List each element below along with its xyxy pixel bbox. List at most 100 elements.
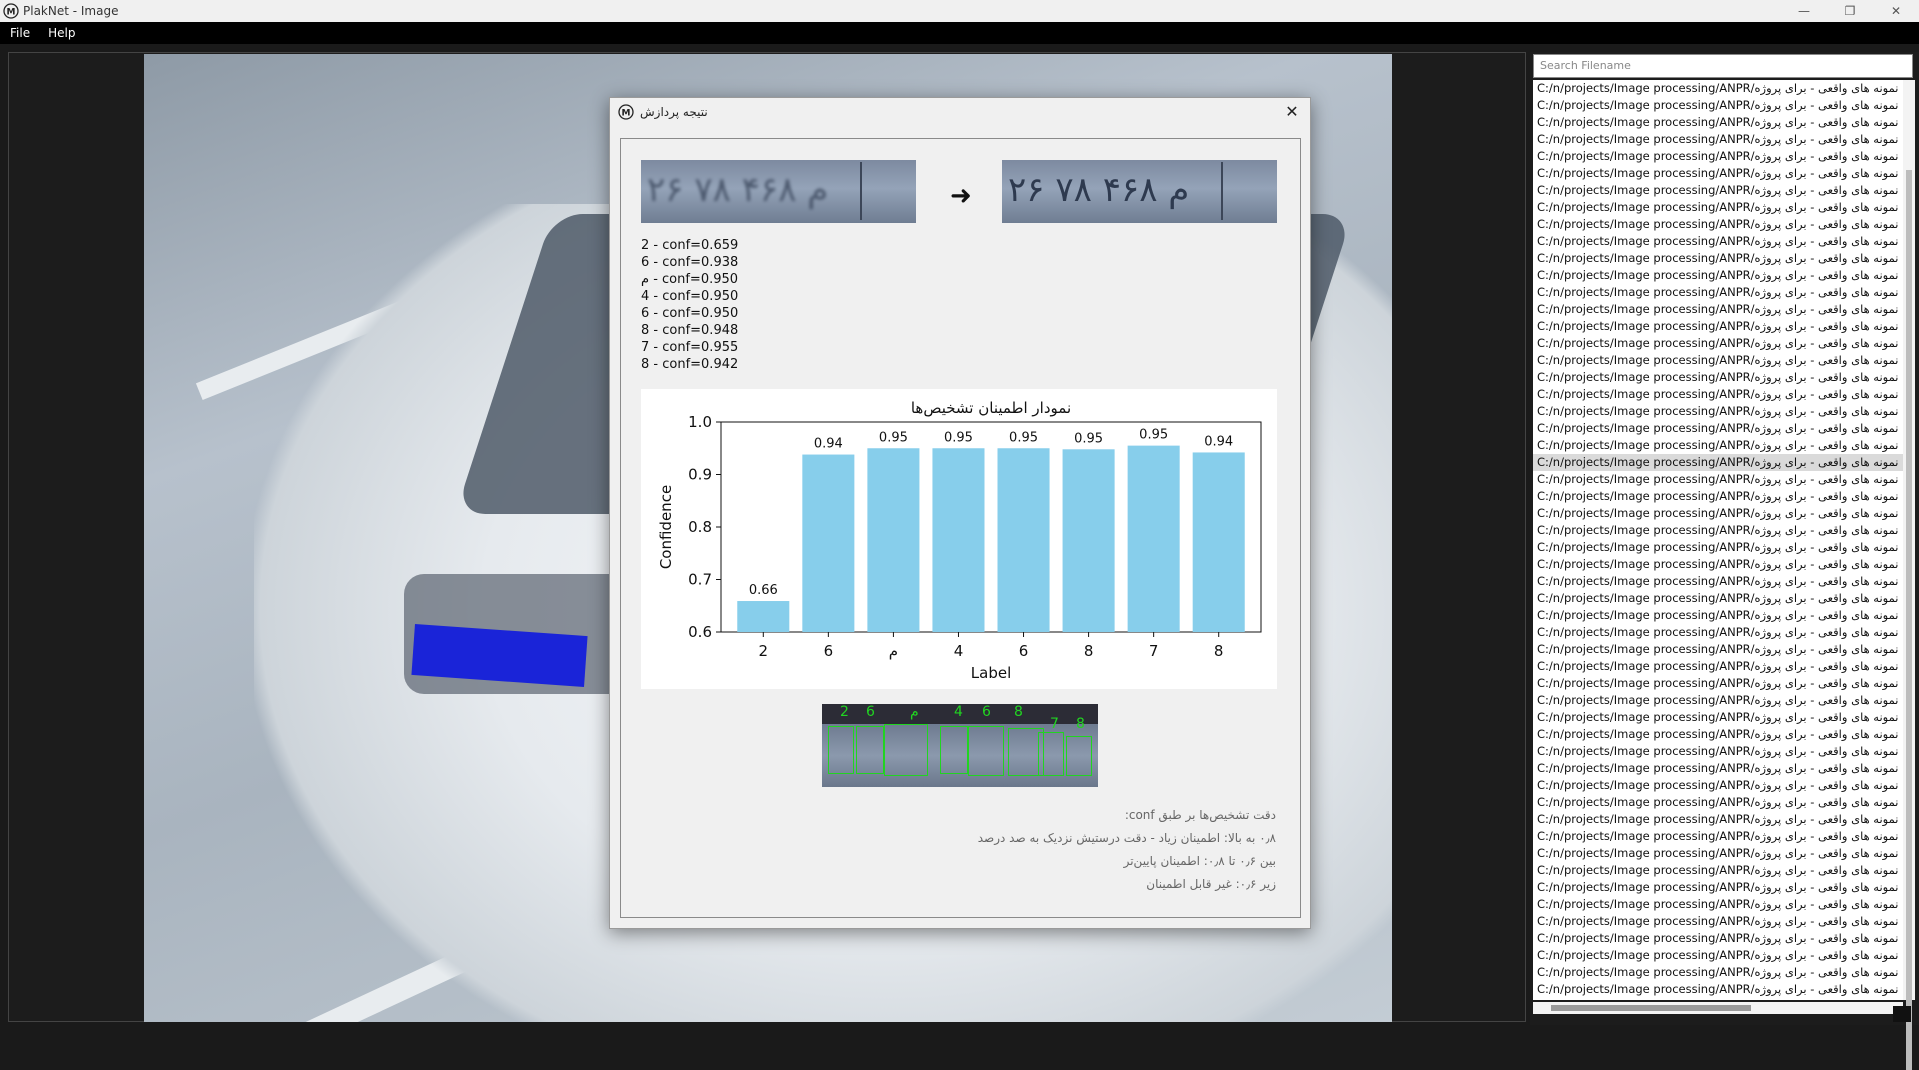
menu-bar: File Help bbox=[0, 22, 1919, 44]
chart-title: نمودار اطمینان تشخیص‌ها bbox=[911, 399, 1071, 417]
file-list-item[interactable]: C:/n/projects/Image processing/ANPR/نمون… bbox=[1533, 216, 1903, 233]
file-list-item[interactable]: C:/n/projects/Image processing/ANPR/نمون… bbox=[1533, 437, 1903, 454]
plate-image-after: ۲۶ م ۴۶۸ ۷۸ bbox=[1002, 160, 1277, 223]
file-list-item[interactable]: C:/n/projects/Image processing/ANPR/نمون… bbox=[1533, 539, 1903, 556]
file-list-item[interactable]: C:/n/projects/Image processing/ANPR/نمون… bbox=[1533, 896, 1903, 913]
chart-bar bbox=[867, 448, 920, 632]
file-list-item[interactable]: C:/n/projects/Image processing/ANPR/نمون… bbox=[1533, 624, 1903, 641]
file-list-item[interactable]: C:/n/projects/Image processing/ANPR/نمون… bbox=[1533, 879, 1903, 896]
svg-text:M: M bbox=[7, 8, 16, 18]
file-list-item[interactable]: C:/n/projects/Image processing/ANPR/نمون… bbox=[1533, 301, 1903, 318]
close-window-button[interactable]: ✕ bbox=[1873, 0, 1919, 22]
file-list-item[interactable]: C:/n/projects/Image processing/ANPR/نمون… bbox=[1533, 641, 1903, 658]
file-list-item[interactable]: C:/n/projects/Image processing/ANPR/نمون… bbox=[1533, 811, 1903, 828]
bar-data-label: 0.95 bbox=[944, 430, 973, 445]
file-list-item[interactable]: C:/n/projects/Image processing/ANPR/نمون… bbox=[1533, 845, 1903, 862]
minimize-button[interactable]: — bbox=[1781, 0, 1827, 22]
chart-bar bbox=[1192, 452, 1245, 632]
file-list-item[interactable]: C:/n/projects/Image processing/ANPR/نمون… bbox=[1533, 930, 1903, 947]
file-list-item[interactable]: C:/n/projects/Image processing/ANPR/نمون… bbox=[1533, 335, 1903, 352]
file-list-item[interactable]: C:/n/projects/Image processing/ANPR/نمون… bbox=[1533, 709, 1903, 726]
file-list-item[interactable]: C:/n/projects/Image processing/ANPR/نمون… bbox=[1533, 556, 1903, 573]
file-list-item[interactable]: C:/n/projects/Image processing/ANPR/نمون… bbox=[1533, 165, 1903, 182]
char-bounding-box bbox=[884, 724, 928, 776]
dialog-content: ۲۶ م ۴۶۸ ۷۸ ➜ ۲۶ م ۴۶۸ ۷۸ 2 - conf=0.659… bbox=[620, 138, 1301, 918]
file-list-item[interactable]: C:/n/projects/Image processing/ANPR/نمون… bbox=[1533, 80, 1903, 97]
file-list-item[interactable]: C:/n/projects/Image processing/ANPR/نمون… bbox=[1533, 420, 1903, 437]
search-filename-input[interactable]: Search Filename bbox=[1533, 54, 1913, 78]
file-list-item[interactable]: C:/n/projects/Image processing/ANPR/نمون… bbox=[1533, 743, 1903, 760]
file-list-item[interactable]: C:/n/projects/Image processing/ANPR/نمون… bbox=[1533, 250, 1903, 267]
file-list-item[interactable]: C:/n/projects/Image processing/ANPR/نمون… bbox=[1533, 522, 1903, 539]
file-list-item[interactable]: C:/n/projects/Image processing/ANPR/نمون… bbox=[1533, 233, 1903, 250]
file-list-item[interactable]: C:/n/projects/Image processing/ANPR/نمون… bbox=[1533, 114, 1903, 131]
y-tick-label: 0.9 bbox=[688, 466, 712, 484]
menu-help[interactable]: Help bbox=[46, 24, 77, 42]
file-list-item[interactable]: C:/n/projects/Image processing/ANPR/نمون… bbox=[1533, 369, 1903, 386]
vscroll-thumb[interactable] bbox=[1906, 170, 1912, 1070]
confidence-item: 2 - conf=0.659 bbox=[641, 238, 739, 253]
file-list-item[interactable]: C:/n/projects/Image processing/ANPR/نمون… bbox=[1533, 760, 1903, 777]
file-list-item[interactable]: C:/n/projects/Image processing/ANPR/نمون… bbox=[1533, 947, 1903, 964]
file-list-item[interactable]: C:/n/projects/Image processing/ANPR/نمون… bbox=[1533, 182, 1903, 199]
file-list-item[interactable]: C:/n/projects/Image processing/ANPR/نمون… bbox=[1533, 862, 1903, 879]
legend-line: زیر ۰٫۶: غیر قابل اطمینان bbox=[1146, 877, 1276, 891]
bar-data-label: 0.94 bbox=[814, 437, 843, 452]
dialog-title: نتیجه پردازش bbox=[640, 105, 708, 119]
file-list-item[interactable]: C:/n/projects/Image processing/ANPR/نمون… bbox=[1533, 97, 1903, 114]
file-list-item[interactable]: C:/n/projects/Image processing/ANPR/نمون… bbox=[1533, 318, 1903, 335]
file-list-item[interactable]: C:/n/projects/Image processing/ANPR/نمون… bbox=[1533, 352, 1903, 369]
y-tick-label: 0.7 bbox=[688, 571, 712, 589]
file-list-item[interactable]: C:/n/projects/Image processing/ANPR/نمون… bbox=[1533, 607, 1903, 624]
restore-button[interactable]: ❐ bbox=[1827, 0, 1873, 22]
confidence-item: 6 - conf=0.938 bbox=[641, 255, 739, 270]
hscroll-thumb[interactable] bbox=[1551, 1005, 1751, 1011]
x-tick-label: 6 bbox=[1019, 642, 1029, 660]
x-tick-label: 2 bbox=[759, 642, 769, 660]
file-list-hscrollbar[interactable] bbox=[1533, 1002, 1903, 1014]
bar-data-label: 0.95 bbox=[1139, 428, 1168, 443]
file-list-item[interactable]: C:/n/projects/Image processing/ANPR/نمون… bbox=[1533, 471, 1903, 488]
file-list-item[interactable]: C:/n/projects/Image processing/ANPR/نمون… bbox=[1533, 590, 1903, 607]
char-box-label: 6 bbox=[982, 704, 991, 720]
confidence-item: 8 - conf=0.948 bbox=[641, 323, 739, 338]
file-list-item[interactable]: C:/n/projects/Image processing/ANPR/نمون… bbox=[1533, 386, 1903, 403]
y-tick-label: 0.6 bbox=[688, 623, 712, 641]
confidence-list: 2 - conf=0.659 6 - conf=0.938 م - conf=0… bbox=[641, 237, 738, 373]
chart-bar bbox=[802, 454, 855, 632]
file-list-item[interactable]: C:/n/projects/Image processing/ANPR/نمون… bbox=[1533, 981, 1903, 998]
arrow-icon: ➜ bbox=[950, 181, 972, 211]
confidence-chart-svg: نمودار اطمینان تشخیص‌ها 0.6 0.7 0.8 0.9 1.0 0.… bbox=[657, 399, 1262, 682]
svg-text:M: M bbox=[622, 109, 631, 119]
menu-file[interactable]: File bbox=[8, 24, 32, 42]
file-list-item[interactable]: C:/n/projects/Image processing/ANPR/نمون… bbox=[1533, 488, 1903, 505]
file-list-item[interactable]: C:/n/projects/Image processing/ANPR/نمون… bbox=[1533, 199, 1903, 216]
file-list-item[interactable]: C:/n/projects/Image processing/ANPR/نمون… bbox=[1533, 794, 1903, 811]
file-list-item[interactable]: C:/n/projects/Image processing/ANPR/نمون… bbox=[1533, 913, 1903, 930]
file-list-item[interactable]: C:/n/projects/Image processing/ANPR/نمون… bbox=[1533, 505, 1903, 522]
file-list-item[interactable]: C:/n/projects/Image processing/ANPR/نمون… bbox=[1533, 658, 1903, 675]
bar-data-label: 0.94 bbox=[1204, 434, 1233, 449]
bar-data-label: 0.95 bbox=[879, 430, 908, 445]
file-list-item[interactable]: C:/n/projects/Image processing/ANPR/نمون… bbox=[1533, 148, 1903, 165]
file-list-item[interactable]: C:/n/projects/Image processing/ANPR/نمون… bbox=[1533, 403, 1903, 420]
file-list-item[interactable]: C:/n/projects/Image processing/ANPR/نمون… bbox=[1533, 454, 1903, 471]
bar-data-label: 0.95 bbox=[1074, 431, 1103, 446]
file-list-vscrollbar[interactable] bbox=[1903, 80, 1915, 1070]
file-list-item[interactable]: C:/n/projects/Image processing/ANPR/نمون… bbox=[1533, 726, 1903, 743]
file-list-item[interactable]: C:/n/projects/Image processing/ANPR/نمون… bbox=[1533, 777, 1903, 794]
file-list[interactable]: C:/n/projects/Image processing/ANPR/نمون… bbox=[1533, 80, 1903, 1000]
resize-grip[interactable] bbox=[1893, 1006, 1911, 1022]
confidence-item: م - conf=0.950 bbox=[641, 272, 739, 287]
file-list-item[interactable]: C:/n/projects/Image processing/ANPR/نمون… bbox=[1533, 828, 1903, 845]
dialog-close-button[interactable]: ✕ bbox=[1282, 102, 1302, 122]
char-bounding-box bbox=[856, 726, 884, 774]
file-list-item[interactable]: C:/n/projects/Image processing/ANPR/نمون… bbox=[1533, 267, 1903, 284]
file-list-item[interactable]: C:/n/projects/Image processing/ANPR/نمون… bbox=[1533, 964, 1903, 981]
file-list-item[interactable]: C:/n/projects/Image processing/ANPR/نمون… bbox=[1533, 284, 1903, 301]
x-axis-label: Label bbox=[971, 664, 1011, 682]
file-list-item[interactable]: C:/n/projects/Image processing/ANPR/نمون… bbox=[1533, 675, 1903, 692]
file-list-item[interactable]: C:/n/projects/Image processing/ANPR/نمون… bbox=[1533, 573, 1903, 590]
file-list-item[interactable]: C:/n/projects/Image processing/ANPR/نمون… bbox=[1533, 131, 1903, 148]
file-list-item[interactable]: C:/n/projects/Image processing/ANPR/نمون… bbox=[1533, 692, 1903, 709]
